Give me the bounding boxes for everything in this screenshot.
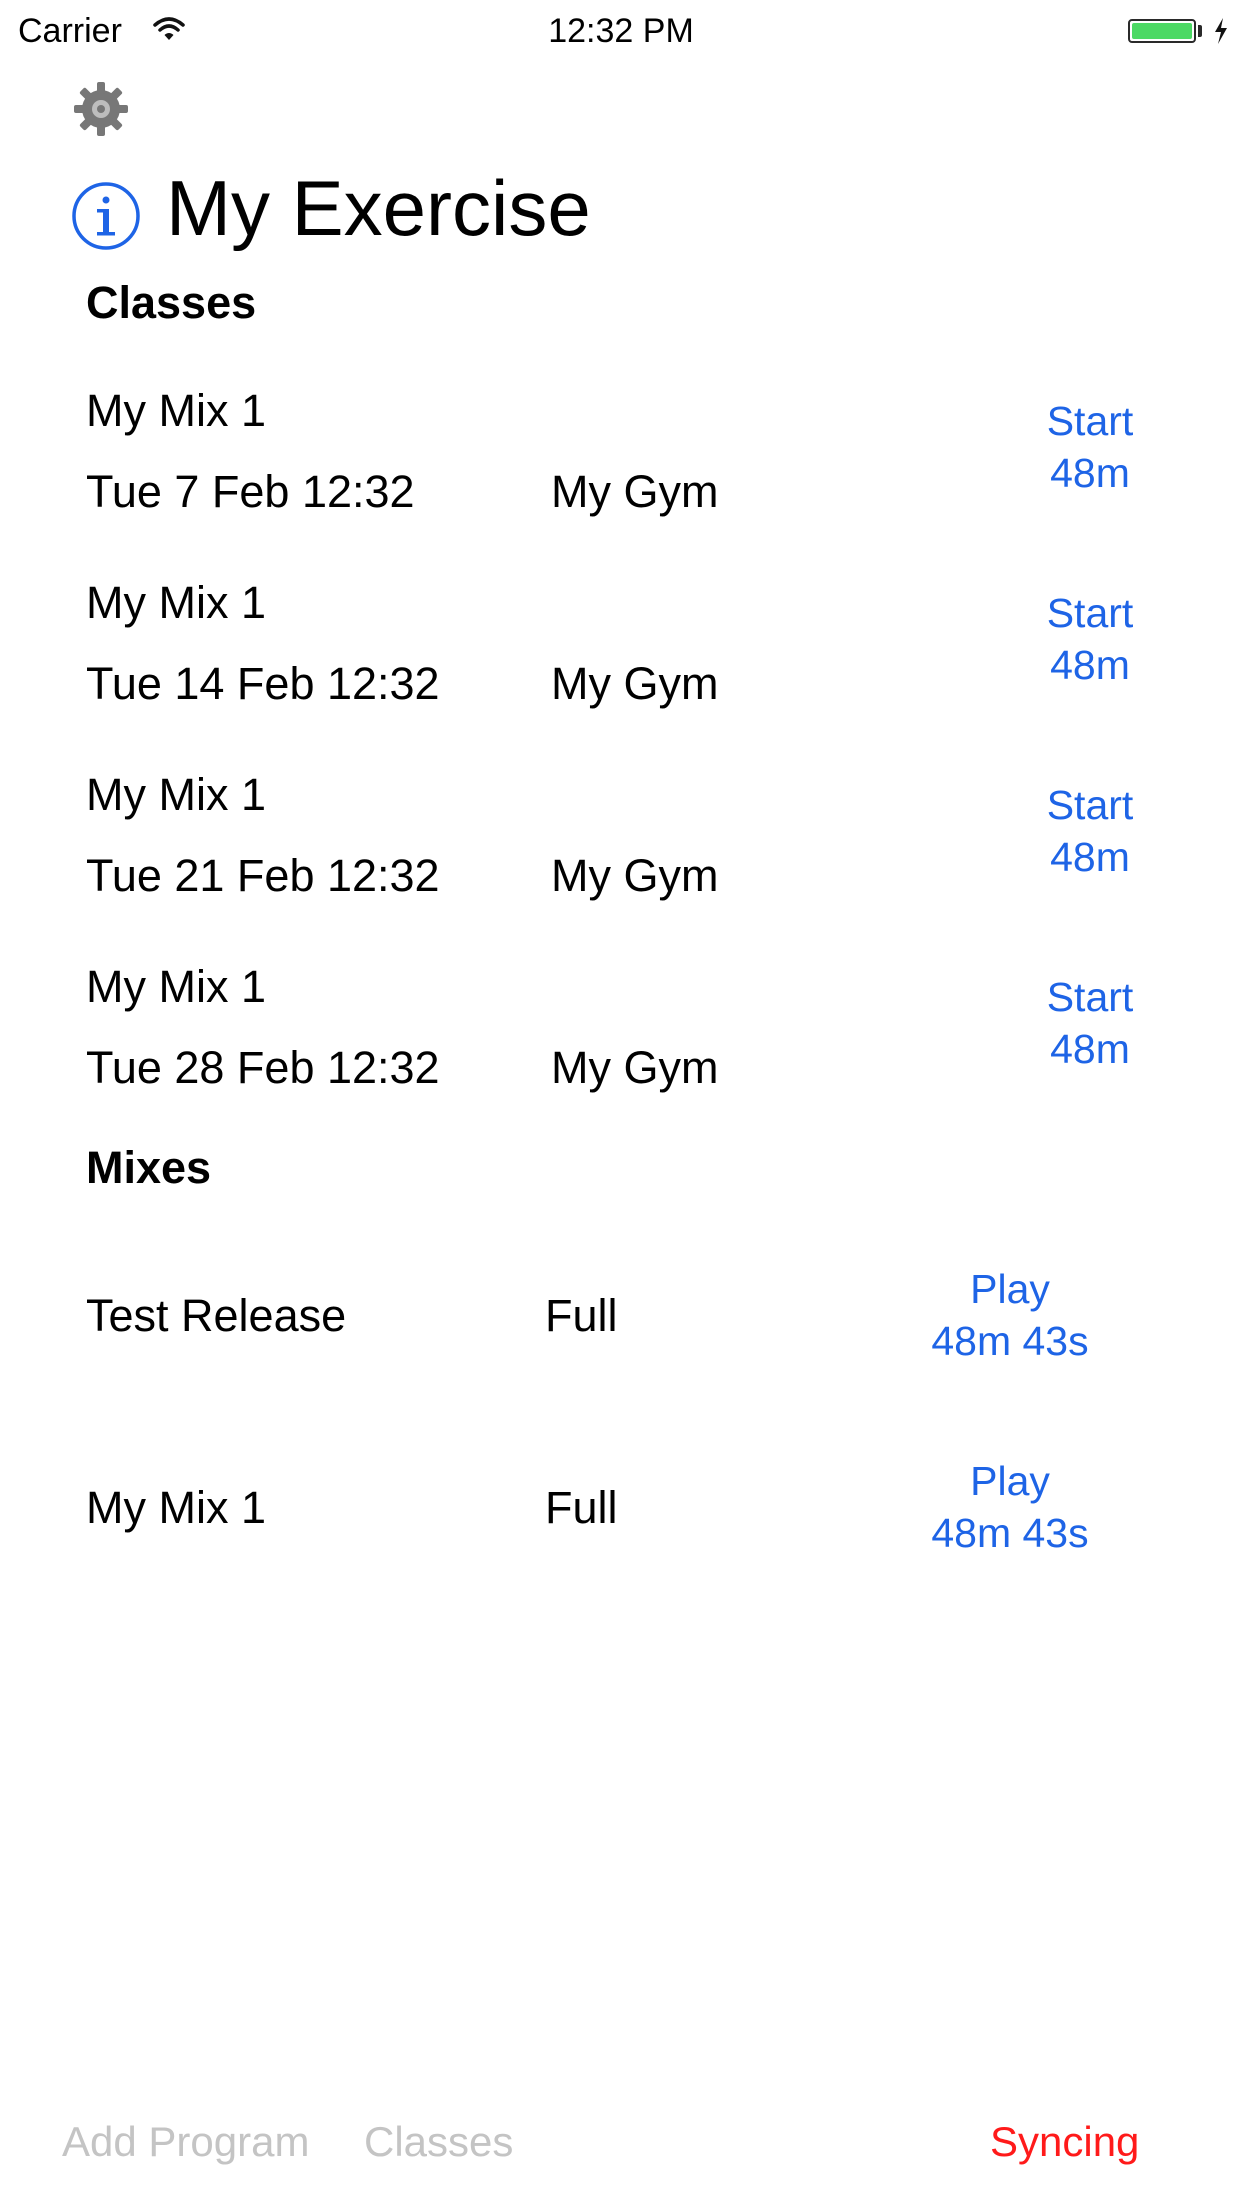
play-label: Play <box>970 1266 1050 1312</box>
class-name: My Mix 1 <box>86 577 266 628</box>
class-datetime: Tue 28 Feb 12:32 <box>86 1042 440 1093</box>
class-datetime: Tue 7 Feb 12:32 <box>86 466 415 517</box>
info-icon[interactable] <box>70 180 142 252</box>
start-class-button[interactable]: Start 48m <box>1000 779 1180 883</box>
start-label: Start <box>1046 782 1134 828</box>
class-duration: 48m <box>1050 450 1130 496</box>
mix-duration: 48m 43s <box>931 1510 1089 1556</box>
play-mix-button[interactable]: Play 48m 43s <box>890 1455 1130 1559</box>
battery-level <box>1132 23 1192 39</box>
mixes-heading: Mixes <box>86 1142 212 1193</box>
start-class-button[interactable]: Start 48m <box>1000 971 1180 1075</box>
gear-icon[interactable] <box>72 80 130 138</box>
class-duration: 48m <box>1050 642 1130 688</box>
class-datetime: Tue 21 Feb 12:32 <box>86 850 440 901</box>
classes-button[interactable]: Classes <box>364 2118 513 2166</box>
start-class-button[interactable]: Start 48m <box>1000 587 1180 691</box>
battery-tip <box>1198 25 1202 37</box>
class-location: My Gym <box>551 658 719 709</box>
mix-type: Full <box>545 1290 618 1341</box>
add-program-button[interactable]: Add Program <box>62 2118 309 2166</box>
class-duration: 48m <box>1050 834 1130 880</box>
start-class-button[interactable]: Start 48m <box>1000 395 1180 499</box>
play-mix-button[interactable]: Play 48m 43s <box>890 1263 1130 1367</box>
charging-bolt-icon <box>1215 18 1227 44</box>
classes-heading: Classes <box>86 277 257 328</box>
mix-duration: 48m 43s <box>931 1318 1089 1364</box>
class-datetime: Tue 14 Feb 12:32 <box>86 658 440 709</box>
syncing-status[interactable]: Syncing <box>990 2118 1139 2166</box>
play-label: Play <box>970 1458 1050 1504</box>
mix-name: My Mix 1 <box>86 1482 266 1533</box>
start-label: Start <box>1046 398 1134 444</box>
class-location: My Gym <box>551 850 719 901</box>
battery-icon <box>1128 19 1196 43</box>
class-duration: 48m <box>1050 1026 1130 1072</box>
start-label: Start <box>1046 974 1134 1020</box>
page-title: My Exercise <box>166 164 591 252</box>
class-location: My Gym <box>551 466 719 517</box>
class-name: My Mix 1 <box>86 961 266 1012</box>
class-name: My Mix 1 <box>86 769 266 820</box>
mix-name: Test Release <box>86 1290 347 1341</box>
class-location: My Gym <box>551 1042 719 1093</box>
mix-type: Full <box>545 1482 618 1533</box>
status-time: 12:32 PM <box>548 12 694 50</box>
class-name: My Mix 1 <box>86 385 266 436</box>
start-label: Start <box>1046 590 1134 636</box>
